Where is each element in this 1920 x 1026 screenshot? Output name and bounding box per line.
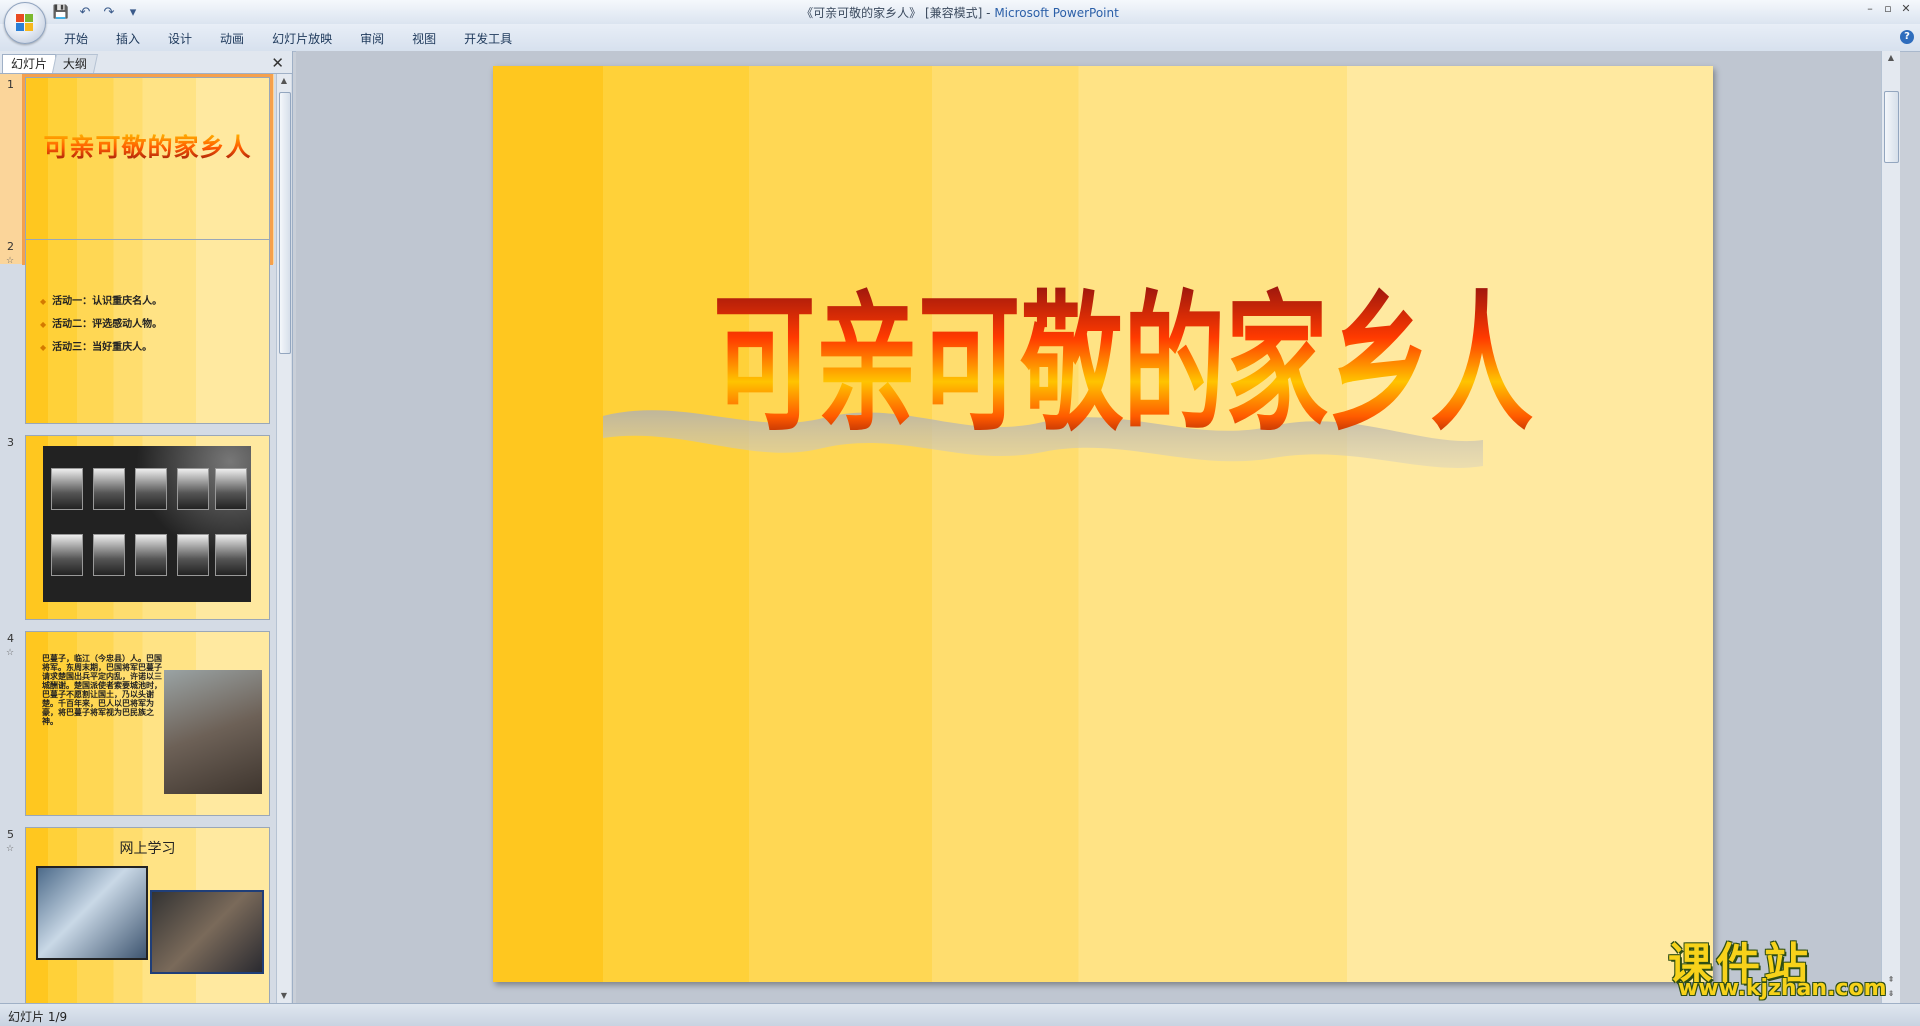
thumbnail-body-text: 巴蔓子，临江（今忠县）人。巴国将军。东周末期，巴国将军巴蔓子请求楚国出兵平定内乱… [42,654,162,726]
list-item: ◆ 活动二：评选感动人物。 [40,319,163,330]
portrait-image [135,534,167,576]
current-slide[interactable]: 可亲可敬的家乡人 [493,66,1713,982]
thumbnail-number: 5 [7,828,14,841]
slide-thumbnail-3[interactable] [25,435,270,620]
thumbnail-number: 2 [7,240,14,253]
office-button[interactable] [4,2,46,44]
tab-view[interactable]: 视图 [398,29,450,49]
slide-thumbnails: 1 可亲可敬的家乡人 2 ☆ ◆ 活动一：认识重庆名人。 ◆ 活动二：评选感动人物。… [0,74,274,1003]
ribbon: 开始 插入 设计 动画 幻灯片放映 审阅 视图 开发工具 ? [0,24,1920,52]
panel-tabs: 幻灯片 大纲 ✕ [0,51,292,74]
slide-thumbnail-2[interactable]: ◆ 活动一：认识重庆名人。 ◆ 活动二：评选感动人物。 ◆ 活动三：当好重庆人。 [25,239,270,424]
status-bar: 幻灯片 1/9 [0,1003,1920,1026]
slide-thumbnail-5[interactable]: 网上学习 [25,827,270,1003]
bullet-icon: ◆ [40,297,47,306]
tab-design[interactable]: 设计 [154,29,206,49]
thumbnail-row-3[interactable]: 3 [0,432,274,622]
slide-thumbnail-1[interactable]: 可亲可敬的家乡人 [22,74,273,265]
document-title: 《可亲可敬的家乡人》 [兼容模式] [801,6,983,20]
window-title: 《可亲可敬的家乡人》 [兼容模式] - Microsoft PowerPoint [0,4,1920,21]
thumbnail-number: 3 [7,436,14,449]
scrollbar-thumb[interactable] [1884,91,1899,163]
list-item: ◆ 活动三：当好重庆人。 [40,342,153,353]
watermark-url: www.kjzhan.com [1678,976,1887,1001]
window-controls: – ▫ ✕ [1862,0,1914,16]
tab-slides[interactable]: 幻灯片 [2,54,57,73]
portrait-image [177,468,209,510]
thumbnail-number: 4 [7,632,14,645]
classroom-image [150,890,264,974]
portrait-collage [43,446,251,602]
help-icon[interactable]: ? [1900,30,1914,44]
tab-slideshow[interactable]: 幻灯片放映 [258,29,346,49]
slide-title-wordart[interactable]: 可亲可敬的家乡人 [693,266,1553,456]
tab-insert[interactable]: 插入 [102,29,154,49]
thumbnails-scrollbar[interactable]: ▲ ▼ [276,74,291,1003]
laptop-image [36,866,148,960]
portrait-image [51,468,83,510]
bullet-icon: ◆ [40,320,47,329]
minimize-button[interactable]: – [1862,0,1878,16]
thumbnail-row-2[interactable]: 2 ☆ ◆ 活动一：认识重庆名人。 ◆ 活动二：评选感动人物。 ◆ 活动三：当好重庆人… [0,236,274,426]
portrait-image [93,468,125,510]
slide-scrollbar[interactable]: ▲ ⇞ ⇟ [1881,51,1900,1003]
portrait-image [215,468,247,510]
tab-developer[interactable]: 开发工具 [450,29,526,49]
bullet-list: ◆ 活动一：认识重庆名人。 ◆ 活动二：评选感动人物。 ◆ 活动三：当好重庆人。 [40,292,162,361]
title-separator: - [982,6,995,20]
ribbon-tabs: 开始 插入 设计 动画 幻灯片放映 审阅 视图 开发工具 [50,29,526,49]
office-logo-icon [16,14,34,32]
scrollbar-thumb[interactable] [279,92,291,354]
animation-star-icon: ☆ [6,648,15,658]
restore-button[interactable]: ▫ [1880,0,1896,16]
app-name: Microsoft PowerPoint [994,6,1119,20]
scroll-up-icon[interactable]: ▲ [1884,51,1898,65]
bullet-icon: ◆ [40,343,47,352]
tab-home[interactable]: 开始 [50,29,102,49]
tab-review[interactable]: 审阅 [346,29,398,49]
scroll-down-icon[interactable]: ▼ [277,989,291,1003]
thumbnail-number: 1 [7,78,14,91]
animation-star-icon: ☆ [6,844,15,854]
close-button[interactable]: ✕ [1898,0,1914,16]
tab-animations[interactable]: 动画 [206,29,258,49]
slides-panel: 幻灯片 大纲 ✕ 1 可亲可敬的家乡人 2 ☆ ◆ 活动一：认识重庆名人。 ◆ 活动… [0,51,293,1003]
list-item: ◆ 活动一：认识重庆名人。 [40,296,163,307]
portrait-image [93,534,125,576]
statue-image [164,670,262,794]
portrait-image [177,534,209,576]
slide-editor: 可亲可敬的家乡人 ▲ ⇞ ⇟ [296,51,1900,1003]
portrait-image [135,468,167,510]
site-watermark: 课件站 www.kjzhan.com [1668,928,1908,1002]
portrait-image [215,534,247,576]
title-bar: 💾 ↶ ↷ ▾ 《可亲可敬的家乡人》 [兼容模式] - Microsoft Po… [0,0,1920,44]
slide-thumbnail-4[interactable]: 巴蔓子，临江（今忠县）人。巴国将军。东周末期，巴国将军巴蔓子请求楚国出兵平定内乱… [25,631,270,816]
portrait-image [51,534,83,576]
thumbnail-title: 可亲可敬的家乡人 [26,128,269,164]
thumbnail-title: 网上学习 [119,841,176,857]
animation-star-icon: ☆ [6,256,15,266]
slide-title-text: 可亲可敬的家乡人 [713,276,1533,452]
close-panel-icon[interactable]: ✕ [271,54,284,72]
tab-outline[interactable]: 大纲 [51,54,99,73]
tab-outline-label: 大纲 [62,57,87,71]
thumbnail-row-4[interactable]: 4 ☆ 巴蔓子，临江（今忠县）人。巴国将军。东周末期，巴国将军巴蔓子请求楚国出兵… [0,628,274,818]
scroll-up-icon[interactable]: ▲ [277,74,291,88]
thumbnail-row-5[interactable]: 5 ☆ 网上学习 [0,824,274,1003]
slide-counter: 幻灯片 1/9 [8,1010,68,1024]
